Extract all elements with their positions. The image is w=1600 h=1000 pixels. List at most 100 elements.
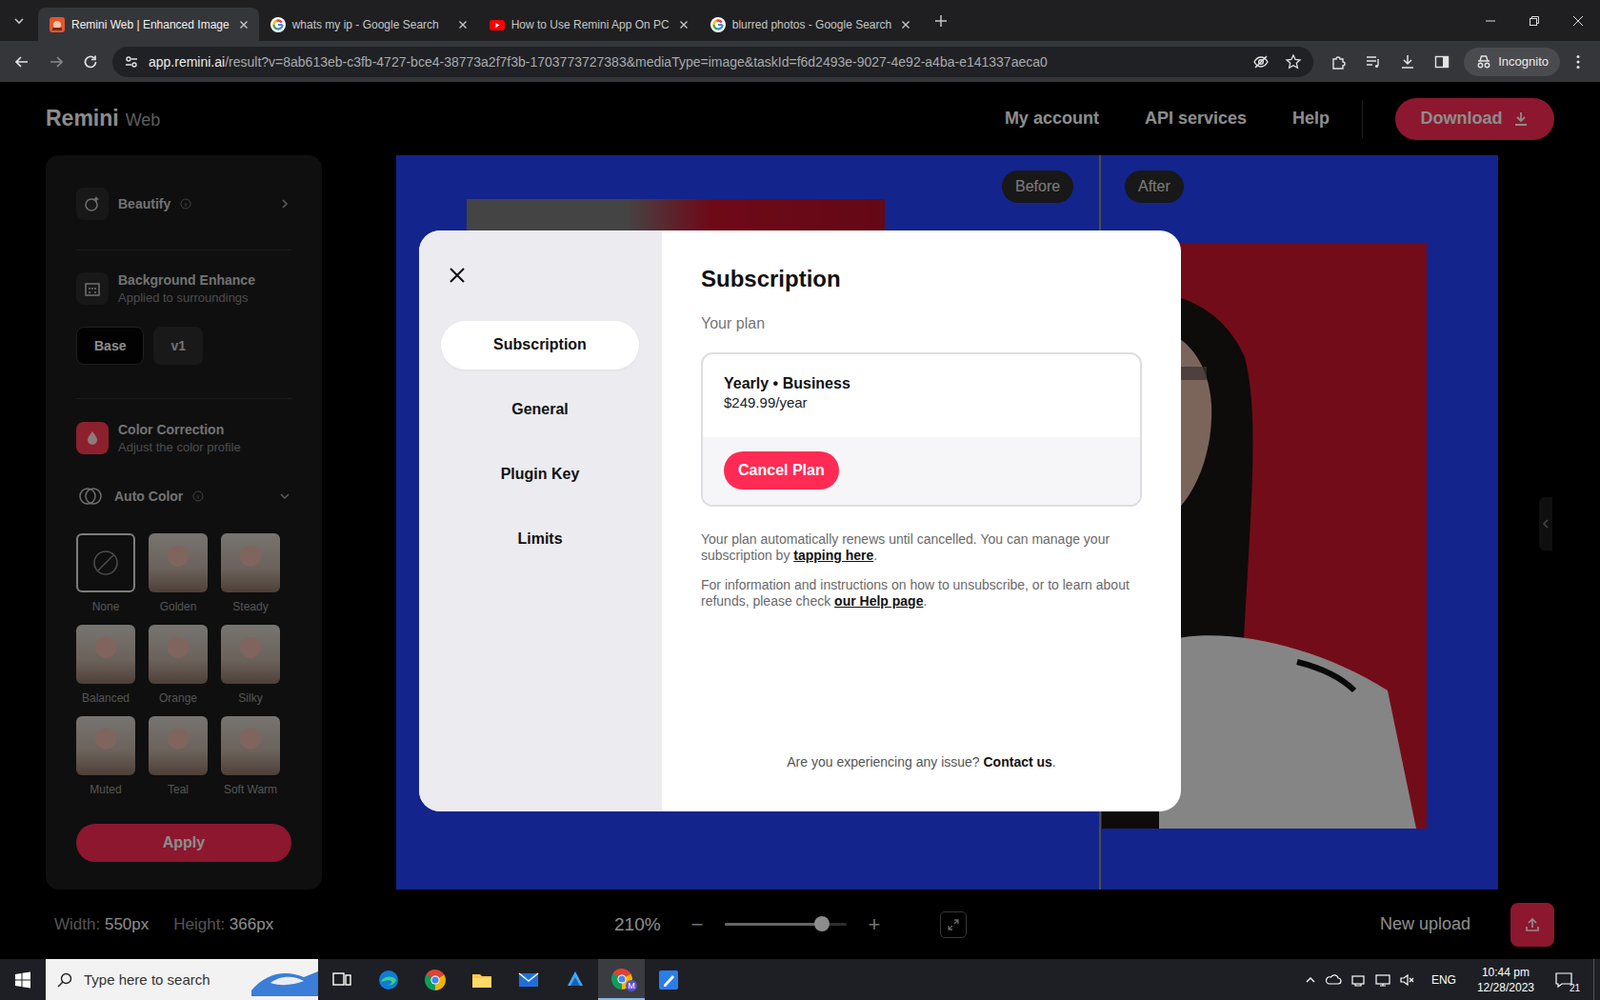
modal-nav: Subscription General Plugin Key Limits — [419, 230, 662, 812]
plan-label: Your plan — [700, 314, 1142, 334]
arrow-right-icon — [47, 53, 65, 71]
notification-center[interactable]: 21 — [1547, 959, 1580, 1000]
download-icon — [1399, 53, 1417, 71]
notification-count: 21 — [1569, 982, 1580, 994]
task-view-icon — [330, 968, 354, 992]
eye-off-icon[interactable] — [1252, 53, 1270, 71]
chrome-icon — [423, 968, 447, 992]
chevron-up-icon[interactable] — [1303, 973, 1318, 987]
clock-date: 12/28/2023 — [1477, 980, 1535, 996]
browser-tab[interactable]: blurred photos - Google Search — [699, 7, 921, 41]
reload-icon — [81, 53, 100, 71]
close-icon[interactable] — [236, 17, 252, 33]
file-explorer-icon — [470, 968, 494, 992]
incognito-chip[interactable]: Incognito — [1463, 47, 1560, 77]
side-panel-button[interactable] — [1425, 45, 1459, 79]
minimize-button[interactable] — [1468, 0, 1513, 41]
bluestacks-icon — [563, 968, 587, 992]
google-favicon-icon — [710, 17, 726, 33]
start-button[interactable] — [0, 959, 46, 1000]
close-icon[interactable] — [676, 17, 692, 33]
taskbar-app[interactable] — [551, 959, 599, 1000]
profile-badge: M — [625, 980, 638, 992]
network-icon[interactable] — [1374, 971, 1392, 989]
puzzle-icon — [1330, 53, 1348, 71]
back-button[interactable] — [5, 45, 39, 79]
taskbar-app[interactable] — [318, 959, 365, 1000]
taskbar-app[interactable]: M — [598, 959, 645, 1000]
modal-nav-item[interactable]: Limits — [440, 515, 640, 564]
input-language[interactable]: ENG — [1431, 973, 1457, 987]
clock[interactable]: 10:44 pm 12/28/2023 — [1477, 964, 1535, 996]
modal-nav-item[interactable]: Plugin Key — [440, 450, 640, 500]
close-icon[interactable] — [898, 17, 914, 33]
tab-search-button[interactable] — [5, 7, 33, 35]
taskbar-app[interactable] — [411, 959, 459, 1000]
google-favicon-icon — [270, 17, 286, 33]
taskbar-app[interactable] — [644, 959, 692, 1000]
system-tray: ENG 10:44 pm 12/28/2023 21 — [1303, 959, 1600, 1000]
plan-note: Your plan automatically renews until can… — [700, 531, 1142, 564]
plus-icon — [933, 13, 949, 29]
tab-label: Remini Web | Enhanced Image — [71, 18, 230, 32]
remini-favicon-icon — [49, 17, 65, 33]
tab-label: blurred photos - Google Search — [732, 18, 892, 32]
close-modal-button[interactable] — [442, 260, 472, 290]
search-icon — [57, 972, 73, 988]
note-link[interactable]: our Help page — [834, 593, 923, 609]
search-highlight-icon — [251, 963, 319, 997]
browser-tab[interactable]: How to Use Remini App On PC — [478, 7, 700, 41]
new-tab-button[interactable] — [926, 6, 956, 36]
minimize-icon — [1484, 15, 1497, 27]
browser-tab[interactable]: Remini Web | Enhanced Image — [38, 7, 260, 41]
reload-button[interactable] — [74, 45, 107, 79]
cancel-plan-button[interactable]: Cancel Plan — [723, 451, 840, 490]
star-icon[interactable] — [1284, 53, 1302, 71]
volume-muted-icon[interactable] — [1399, 971, 1417, 989]
modal-nav-item[interactable]: General — [440, 385, 640, 435]
close-window-button[interactable] — [1556, 0, 1600, 41]
taskbar-app[interactable] — [504, 959, 552, 1000]
taskbar-app[interactable] — [364, 959, 412, 1000]
address-bar[interactable]: app.remini.ai/result?v=8ab613eb-c3fb-472… — [112, 46, 1314, 78]
search-placeholder: Type here to search — [83, 971, 211, 988]
taskbar-search[interactable]: Type here to search — [45, 959, 319, 1000]
forward-button[interactable] — [40, 45, 73, 79]
editor-app-icon — [657, 968, 680, 992]
taskbar-app[interactable] — [458, 959, 505, 1000]
close-icon — [447, 265, 467, 285]
modal-backdrop[interactable]: Subscription General Plugin Key Limits Subs… — [0, 81, 1600, 960]
modal-title: Subscription — [700, 264, 1142, 294]
show-desktop-button[interactable] — [1593, 959, 1600, 1000]
settings-modal: Subscription General Plugin Key Limits Subs… — [419, 230, 1181, 812]
site-info-icon[interactable] — [123, 54, 140, 70]
menu-button[interactable] — [1561, 45, 1595, 79]
close-icon — [1572, 15, 1584, 27]
browser-tab[interactable]: whats my ip - Google Search — [259, 7, 479, 41]
contact-link[interactable]: Contact us — [983, 754, 1053, 770]
plan-price: $249.99/year — [723, 393, 1120, 413]
note-link[interactable]: tapping here — [793, 547, 874, 563]
incognito-label: Incognito — [1498, 54, 1549, 69]
restore-button[interactable] — [1512, 0, 1557, 41]
help-line: Are you experiencing any issue? Contact … — [700, 754, 1142, 812]
media-icon — [1364, 53, 1382, 71]
screen: Remini Web | Enhanced Image whats my ip … — [0, 0, 1600, 1000]
close-icon[interactable] — [455, 17, 471, 33]
bluetooth-device-icon[interactable] — [1349, 971, 1367, 989]
subscription-panel: Subscription Your plan Yearly • Business… — [661, 230, 1181, 812]
downloads-button[interactable] — [1391, 45, 1424, 79]
edge-icon — [377, 968, 400, 992]
kebab-icon — [1569, 53, 1587, 71]
plan-card: Yearly • Business $249.99/year Cancel Pl… — [700, 352, 1142, 507]
mail-icon — [517, 968, 540, 992]
media-button[interactable] — [1357, 45, 1390, 79]
side-panel-icon — [1433, 53, 1451, 71]
extensions-button[interactable] — [1322, 45, 1356, 79]
clock-time: 10:44 pm — [1481, 964, 1530, 980]
restore-icon — [1528, 15, 1540, 27]
modal-nav-item[interactable]: Subscription — [440, 320, 640, 370]
plan-note: For information and instructions on how … — [700, 577, 1142, 610]
incognito-icon — [1475, 53, 1493, 71]
cloud-icon[interactable] — [1324, 971, 1342, 989]
